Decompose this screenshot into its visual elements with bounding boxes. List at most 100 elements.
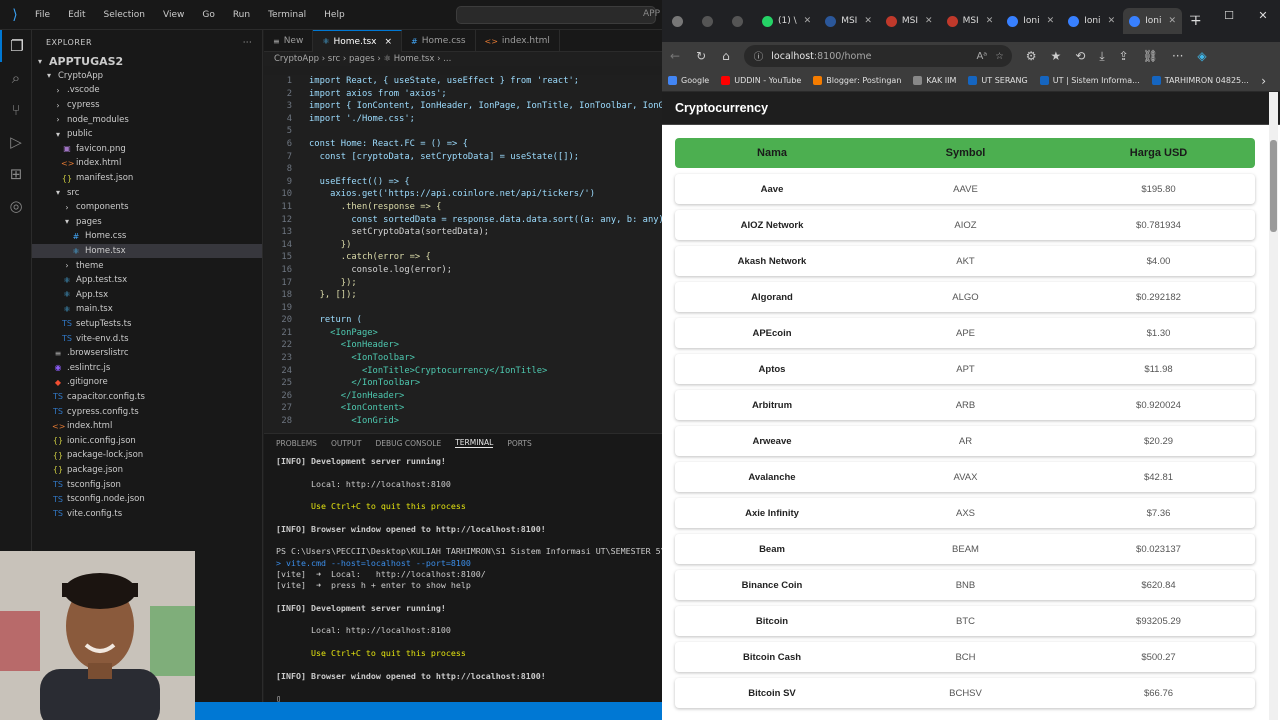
minimize-icon[interactable]: — xyxy=(1178,9,1212,22)
panel-tab-output[interactable]: OUTPUT xyxy=(331,439,362,448)
tree-item[interactable]: ⚛ App.test.tsx xyxy=(32,273,262,288)
tree-item[interactable]: {} ionic.config.json xyxy=(32,433,262,448)
remote-icon[interactable]: ◎ xyxy=(0,190,32,222)
close-window-icon[interactable]: ✕ xyxy=(1246,9,1280,22)
tree-item[interactable]: <> index.html xyxy=(32,419,262,434)
copilot-icon[interactable]: ◈ xyxy=(1197,49,1206,64)
browser-tab[interactable]: MSI ✕ xyxy=(880,8,939,34)
tree-item[interactable]: › node_modules xyxy=(32,112,262,127)
tree-item[interactable]: ⚛ main.tsx xyxy=(32,302,262,317)
back-icon[interactable]: ← xyxy=(670,49,680,63)
menu-item-help[interactable]: Help xyxy=(319,10,350,20)
history-icon[interactable]: ⟲ xyxy=(1075,49,1085,64)
refresh-icon[interactable]: ↻ xyxy=(696,49,706,63)
bookmark-item[interactable]: TARHIMRON 04825... xyxy=(1151,76,1249,85)
bookmark-item[interactable]: Google xyxy=(668,76,709,85)
close-tab-icon[interactable]: ✕ xyxy=(804,16,812,26)
tree-item[interactable]: {} package-lock.json xyxy=(32,448,262,463)
workspace-root[interactable]: ▾ APPTUGAS2 xyxy=(32,54,262,69)
breadcrumb[interactable]: CryptoApp › src › pages › ⚛ Home.tsx › .… xyxy=(264,52,662,66)
tree-item[interactable]: ◉ .eslintrc.js xyxy=(32,360,262,375)
extensions-icon[interactable]: ⊞ xyxy=(0,158,32,190)
close-tab-icon[interactable]: ✕ xyxy=(1168,16,1176,26)
editor-tab[interactable]: # Home.css xyxy=(402,30,476,52)
tree-item[interactable]: TS tsconfig.json xyxy=(32,477,262,492)
tree-item[interactable]: ▾ CryptoApp xyxy=(32,69,262,84)
tree-item[interactable]: # Home.css xyxy=(32,229,262,244)
source-control-icon[interactable]: ⑂ xyxy=(0,94,32,126)
close-tab-icon[interactable]: × xyxy=(385,37,393,47)
menu-item-run[interactable]: Run xyxy=(228,10,255,20)
tree-item[interactable]: › theme xyxy=(32,258,262,273)
url-field[interactable]: ⓘ localhost:8100/home Aᵃ ☆ xyxy=(743,45,1012,67)
terminal-output[interactable]: [INFO] Development server running! Local… xyxy=(264,452,686,705)
favorites-icon[interactable]: ★ xyxy=(1051,49,1062,64)
tree-item[interactable]: ⚛ Home.tsx xyxy=(32,243,262,259)
downloads-icon[interactable]: ⤓ xyxy=(1099,49,1104,64)
tree-item[interactable]: › .vscode xyxy=(32,83,262,98)
command-center[interactable]: APP xyxy=(456,6,660,24)
tree-item[interactable]: TS tsconfig.node.json xyxy=(32,492,262,507)
menu-item-file[interactable]: File xyxy=(30,10,55,20)
scrollbar-thumb[interactable] xyxy=(1270,140,1277,232)
editor-tab[interactable]: <> index.html xyxy=(476,30,560,52)
tree-item[interactable]: › components xyxy=(32,200,262,215)
menu-item-view[interactable]: View xyxy=(158,10,189,20)
browser-tab[interactable]: MSI ✕ xyxy=(941,8,1000,34)
browser-tab[interactable] xyxy=(696,8,724,34)
favorite-star-icon[interactable]: ☆ xyxy=(995,51,1004,62)
close-tab-icon[interactable]: ✕ xyxy=(925,16,933,26)
home-icon[interactable]: ⌂ xyxy=(722,49,730,63)
editor-tab[interactable]: ⚛ Home.tsx × xyxy=(313,30,403,52)
code-editor[interactable]: 1 import React, { useState, useEffect } f… xyxy=(264,75,662,433)
site-info-icon[interactable]: ⓘ xyxy=(754,49,764,63)
close-tab-icon[interactable]: ✕ xyxy=(1047,16,1055,26)
tree-item[interactable]: TS vite.config.ts xyxy=(32,506,262,521)
read-aloud-icon[interactable]: Aᵃ xyxy=(976,51,987,62)
tree-item[interactable]: ▾ public xyxy=(32,127,262,142)
menu-dots-icon[interactable]: ··· xyxy=(1172,49,1183,64)
browser-tab[interactable]: MSI ✕ xyxy=(819,8,878,34)
link-icon[interactable]: ⛓ xyxy=(1143,49,1158,64)
close-tab-icon[interactable]: ✕ xyxy=(986,16,994,26)
tree-item[interactable]: TS setupTests.ts xyxy=(32,317,262,332)
bookmark-item[interactable]: Blogger: Postingan xyxy=(813,76,901,85)
browser-tab[interactable] xyxy=(726,8,754,34)
tree-item[interactable]: TS cypress.config.ts xyxy=(32,404,262,419)
tree-item[interactable]: TS vite-env.d.ts xyxy=(32,331,262,346)
tree-item[interactable]: ▾ src xyxy=(32,185,262,200)
tree-item[interactable]: ≡ .browserslistrc xyxy=(32,346,262,361)
tree-item[interactable]: ◆ .gitignore xyxy=(32,375,262,390)
tree-item[interactable]: TS capacitor.config.ts xyxy=(32,390,262,405)
maximize-icon[interactable]: ☐ xyxy=(1212,9,1246,22)
bookmarks-more-icon[interactable]: › xyxy=(1261,74,1266,88)
tree-item[interactable]: {} manifest.json xyxy=(32,171,262,186)
browser-tab[interactable]: Ioni ✕ xyxy=(1062,8,1121,34)
tree-item[interactable]: ⚛ App.tsx xyxy=(32,288,262,303)
panel-tab-ports[interactable]: PORTS xyxy=(507,439,531,448)
bookmark-item[interactable]: UDDIN - YouTube xyxy=(721,76,801,85)
panel-tab-terminal[interactable]: TERMINAL xyxy=(455,438,494,448)
editor-tab[interactable]: ≡ New xyxy=(264,30,314,52)
close-tab-icon[interactable]: ✕ xyxy=(1108,16,1116,26)
browser-tab[interactable] xyxy=(666,8,694,34)
browser-tab[interactable]: Ioni ✕ xyxy=(1123,8,1183,34)
menu-item-go[interactable]: Go xyxy=(197,10,219,20)
bookmark-item[interactable]: KAK IIM xyxy=(913,76,956,85)
tree-item[interactable]: ▾ pages xyxy=(32,215,262,230)
more-actions-icon[interactable]: ··· xyxy=(243,38,252,47)
bookmark-item[interactable]: UT SERANG xyxy=(968,76,1028,85)
tree-item[interactable]: › cypress xyxy=(32,98,262,113)
browser-tab[interactable]: Ioni ✕ xyxy=(1001,8,1060,34)
share-icon[interactable]: ⇪ xyxy=(1119,49,1129,64)
panel-tab-debug-console[interactable]: DEBUG CONSOLE xyxy=(376,439,442,448)
close-tab-icon[interactable]: ✕ xyxy=(864,16,872,26)
tree-item[interactable]: {} package.json xyxy=(32,463,262,478)
page-scrollbar[interactable] xyxy=(1269,92,1278,720)
menu-item-selection[interactable]: Selection xyxy=(99,10,150,20)
browser-tab[interactable]: (1) \ ✕ xyxy=(756,8,817,34)
menu-item-edit[interactable]: Edit xyxy=(63,10,90,20)
bookmark-item[interactable]: UT | Sistem Informa... xyxy=(1039,76,1140,85)
panel-tab-problems[interactable]: PROBLEMS xyxy=(276,439,317,448)
search-icon[interactable]: ⌕ xyxy=(0,62,32,94)
